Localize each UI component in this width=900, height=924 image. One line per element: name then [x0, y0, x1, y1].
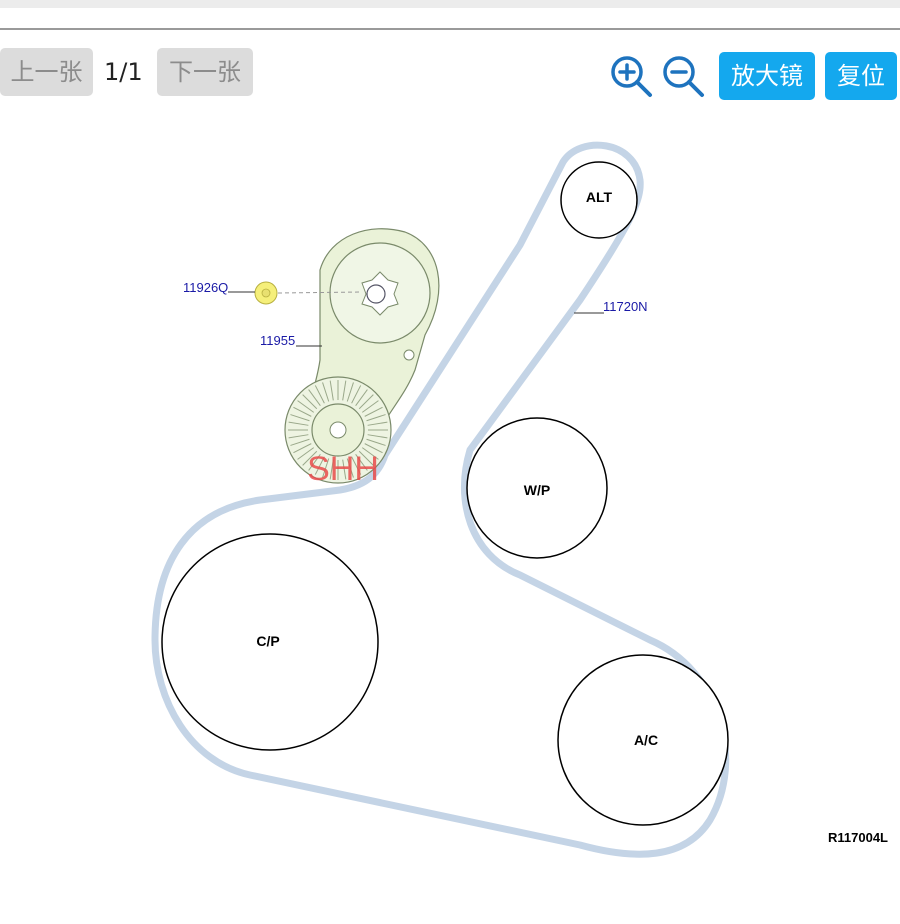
viewer-toolbar: 上一张 1/1 下一张 放大镜 复位 [0, 48, 900, 100]
previous-image-button[interactable]: 上一张 [0, 48, 93, 96]
next-image-button[interactable]: 下一张 [157, 48, 253, 96]
watermark: SHH [307, 450, 379, 488]
reset-view-button[interactable]: 复位 [825, 52, 897, 100]
zoom-in-icon[interactable] [609, 54, 653, 98]
belt-routing-diagram[interactable]: ALT W/P C/P A/C 11926Q 11955 11720N SHH … [0, 110, 900, 924]
belt-tensioner [284, 228, 440, 484]
top-divider [0, 28, 900, 30]
ac-compressor-label: A/C [634, 732, 658, 748]
alternator-pulley: ALT [560, 161, 638, 239]
top-bar [0, 0, 900, 8]
alternator-label: ALT [586, 189, 613, 205]
callout-tensioner: 11955 [260, 333, 295, 348]
callout-belt: 11720N [603, 299, 648, 314]
crankshaft-pulley: C/P [161, 533, 379, 751]
magnifier-button[interactable]: 放大镜 [719, 52, 815, 100]
water-pump-pulley: W/P [466, 417, 608, 559]
ac-compressor-pulley: A/C [557, 654, 729, 826]
water-pump-label: W/P [524, 482, 550, 498]
figure-id: R117004L [828, 830, 888, 845]
crankshaft-label: C/P [256, 633, 279, 649]
tensioner-bolt [254, 281, 278, 305]
callout-bolt: 11926Q [183, 280, 228, 295]
page-indicator: 1/1 [104, 58, 143, 86]
zoom-out-icon[interactable] [661, 54, 705, 98]
